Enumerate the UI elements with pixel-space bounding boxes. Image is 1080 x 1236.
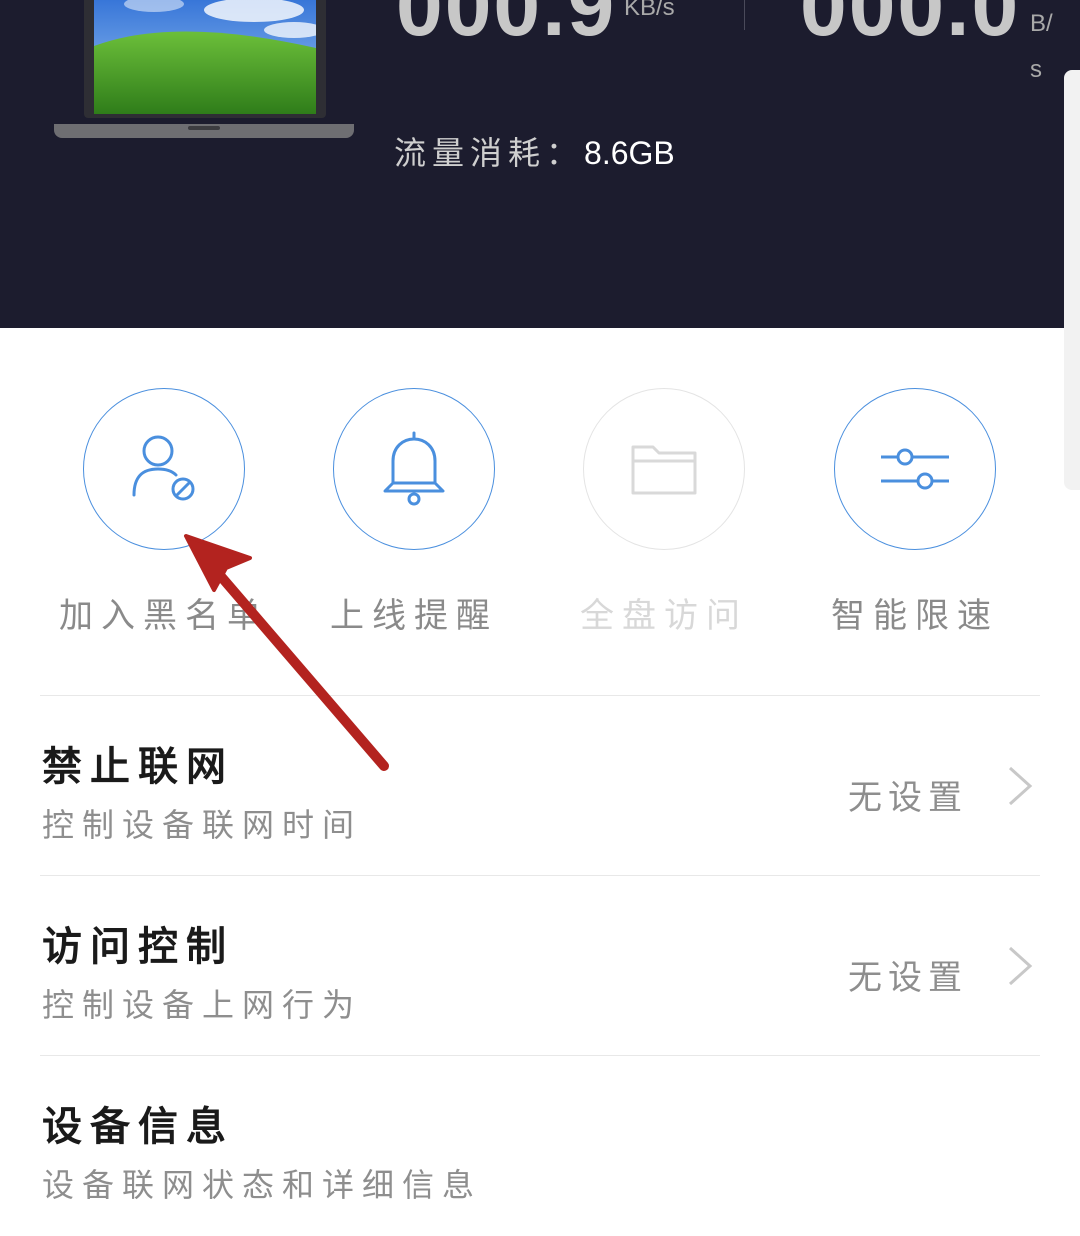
download-speed: 000.9 [396,0,617,53]
upload-speed: 000.0 [800,0,1021,53]
block-internet-row[interactable]: 禁止联网 控制设备联网时间 无设置 [0,696,1080,876]
row-title: 禁止联网 [42,744,234,790]
upload-unit-part2: s [1030,56,1042,83]
download-unit: KB/s [624,0,675,21]
online-alert-label: 上线提醒 [330,596,498,636]
blacklist-label: 加入黑名单 [59,596,269,636]
access-control-row[interactable]: 访问控制 控制设备上网行为 无设置 [0,876,1080,1056]
upload-unit-part1: B/ [1030,10,1053,37]
laptop-device-icon [54,0,354,150]
traffic-usage: 流量消耗：8.6GB [394,128,675,174]
user-block-icon [132,435,195,501]
row-subtitle: 控制设备联网时间 [42,806,363,844]
smart-speed-limit-button[interactable] [834,388,996,550]
device-info-row[interactable]: 设备信息 设备联网状态和详细信息 [0,1056,1080,1236]
full-disk-access-label: 全盘访问 [580,596,748,636]
sliders-icon [881,448,949,490]
bell-icon [383,431,445,506]
device-header: 000.9 KB/s 000.0 B/ s 流量消耗：8.6GB [0,0,1080,328]
speed-divider [744,0,745,30]
row-status: 无设置 [848,958,968,998]
row-title: 访问控制 [42,924,234,970]
chevron-right-icon [1008,766,1033,806]
row-subtitle: 控制设备上网行为 [42,986,363,1024]
blacklist-button[interactable] [83,388,245,550]
online-alert-button[interactable] [333,388,495,550]
folder-icon [631,445,697,495]
row-subtitle: 设备联网状态和详细信息 [42,1166,483,1204]
traffic-value: 8.6GB [584,135,675,171]
full-disk-access-button[interactable] [583,388,745,550]
scrollbar[interactable] [1064,70,1080,490]
row-title: 设备信息 [42,1104,234,1150]
row-status: 无设置 [848,778,968,818]
chevron-right-icon [1008,946,1033,986]
smart-speed-limit-label: 智能限速 [831,596,999,636]
traffic-label: 流量消耗： [394,134,585,172]
